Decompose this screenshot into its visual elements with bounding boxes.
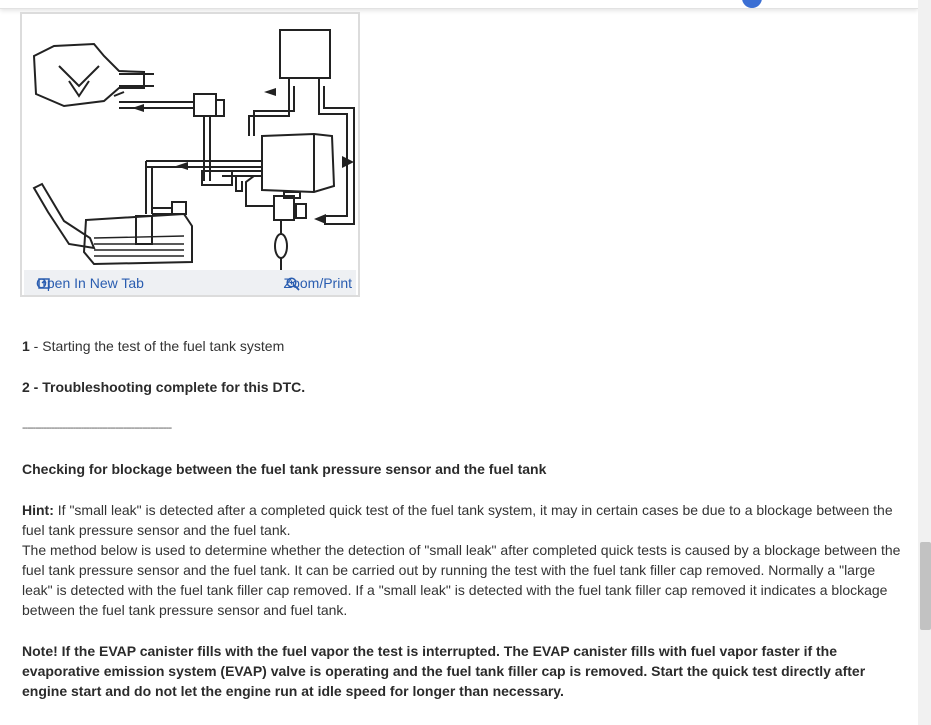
step-number: 2 [22, 379, 30, 395]
open-in-new-tab-link[interactable]: Open In New Tab [36, 275, 144, 291]
note-paragraph: Note! If the EVAP canister fills with th… [22, 643, 866, 699]
step-text: - Starting the test of the fuel tank sys… [29, 338, 285, 354]
section-heading: Checking for blockage between the fuel t… [22, 461, 547, 477]
hint-text: If "small leak" is detected after a comp… [22, 502, 893, 538]
step-2: 2 - Troubleshooting complete for this DT… [22, 377, 907, 397]
figure-footer: Open In New Tab Zoom/Print [24, 270, 356, 295]
scrollbar-thumb[interactable] [920, 542, 931, 630]
open-in-new-tab-label: Open In New Tab [36, 275, 144, 291]
step-text: - Troubleshooting complete for this DTC. [29, 379, 306, 395]
step-1: 1 - Starting the test of the fuel tank s… [22, 336, 907, 356]
evap-diagram-figure: Open In New Tab Zoom/Print [20, 12, 360, 297]
new-tab-icon [38, 278, 50, 289]
zoom-print-link[interactable]: Zoom/Print [284, 275, 352, 291]
hint-label: Hint: [22, 502, 54, 518]
step-number: 1 [22, 338, 30, 354]
top-bar [0, 0, 918, 9]
hint-paragraph: Hint: If "small leak" is detected after … [22, 500, 907, 540]
magnifier-plus-icon [285, 277, 300, 291]
separator: ----------------------------------------… [22, 422, 172, 434]
evap-system-diagram[interactable] [24, 16, 356, 270]
hint-method-paragraph: The method below is used to determine wh… [22, 542, 901, 618]
article-body: 1 - Starting the test of the fuel tank s… [22, 336, 907, 701]
